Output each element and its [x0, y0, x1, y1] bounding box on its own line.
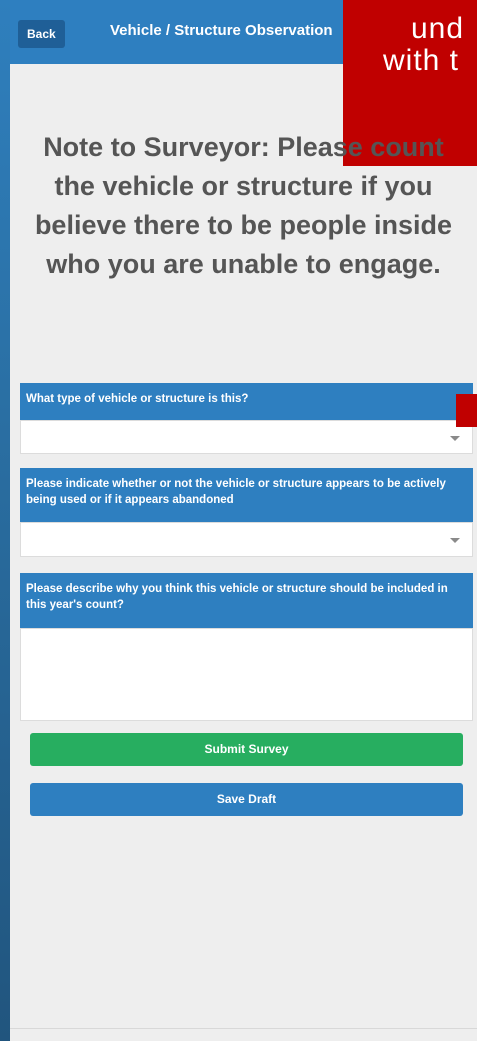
- overlay-text-line1: und: [411, 12, 465, 45]
- page-title: Vehicle / Structure Observation: [110, 22, 333, 39]
- submit-survey-button[interactable]: Submit Survey: [30, 733, 463, 766]
- save-draft-button[interactable]: Save Draft: [30, 783, 463, 816]
- vehicle-type-label: What type of vehicle or structure is thi…: [20, 383, 473, 420]
- overlay-text-line2: with t: [383, 44, 460, 77]
- red-marker: [456, 394, 477, 427]
- vehicle-type-select[interactable]: [20, 420, 473, 454]
- surveyor-note: Note to Surveyor: Please count the vehic…: [34, 132, 453, 279]
- back-button[interactable]: Back: [18, 20, 65, 48]
- reason-textarea[interactable]: [20, 628, 473, 721]
- reason-label: Please describe why you think this vehic…: [20, 573, 473, 628]
- footer-divider: [10, 1028, 477, 1029]
- chevron-down-icon: [450, 538, 460, 543]
- usage-status-select[interactable]: [20, 522, 473, 557]
- left-edge-strip: [0, 0, 10, 1041]
- usage-status-label: Please indicate whether or not the vehic…: [20, 468, 473, 522]
- chevron-down-icon: [450, 436, 460, 441]
